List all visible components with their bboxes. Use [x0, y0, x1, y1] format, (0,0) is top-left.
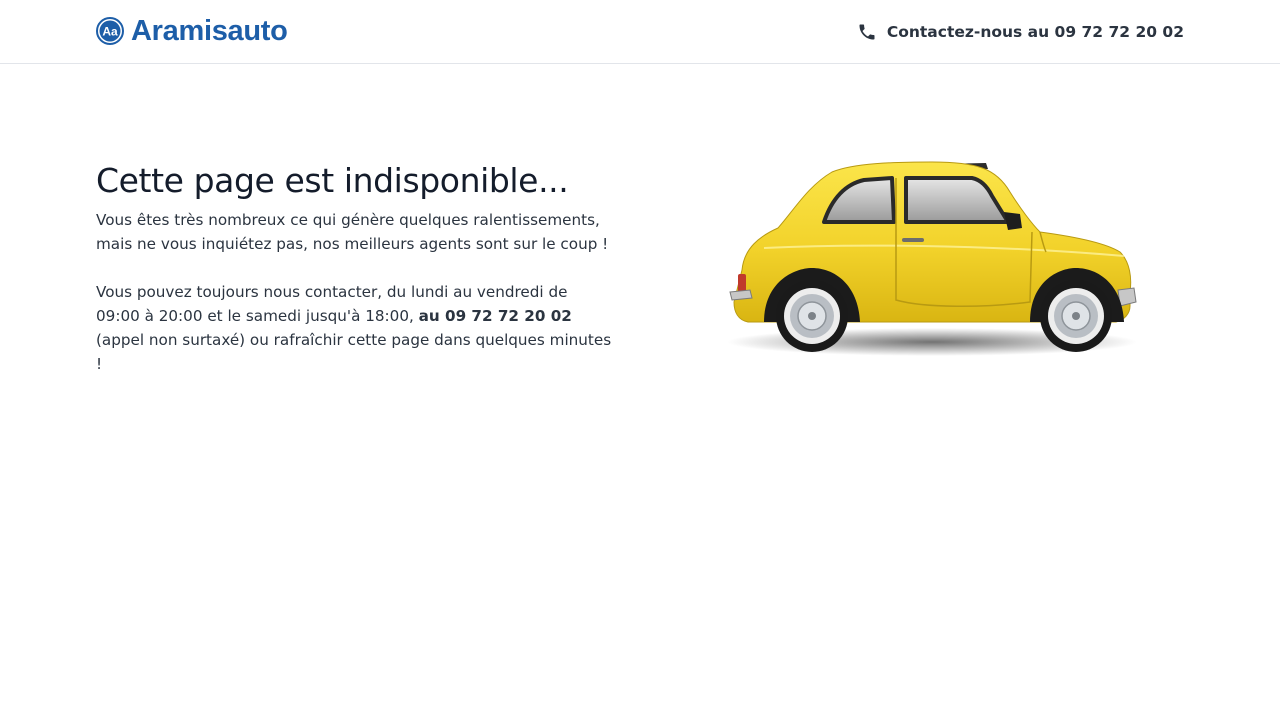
contact-phone-link[interactable]: Contactez-nous au 09 72 72 20 02 — [857, 20, 1184, 44]
contact-paragraph: Vous pouvez toujours nous contacter, du … — [96, 280, 616, 376]
logo-mark-text: Aa — [102, 25, 118, 39]
yellow-car-illustration — [727, 161, 1137, 356]
page-title: Cette page est indisponible... — [96, 161, 569, 200]
site-header: Aa Aramisauto Contactez-nous au 09 72 72… — [0, 0, 1280, 64]
contact-label: Contactez-nous au 09 72 72 20 02 — [886, 23, 1184, 41]
logo-text: Aramisauto — [131, 15, 288, 47]
phone-number-highlight: au 09 72 72 20 02 — [418, 307, 572, 325]
logo-link[interactable]: Aa Aramisauto — [96, 15, 288, 47]
phone-icon — [859, 24, 875, 40]
error-message-section: Cette page est indisponible... Vous êtes… — [96, 158, 616, 376]
contact-paragraph-text-2: (appel non surtaxé) ou rafraîchir cette … — [96, 331, 612, 373]
apology-paragraph: Vous êtes très nombreux ce qui génère qu… — [96, 211, 609, 253]
aramisauto-logo-icon: Aa — [96, 17, 124, 45]
